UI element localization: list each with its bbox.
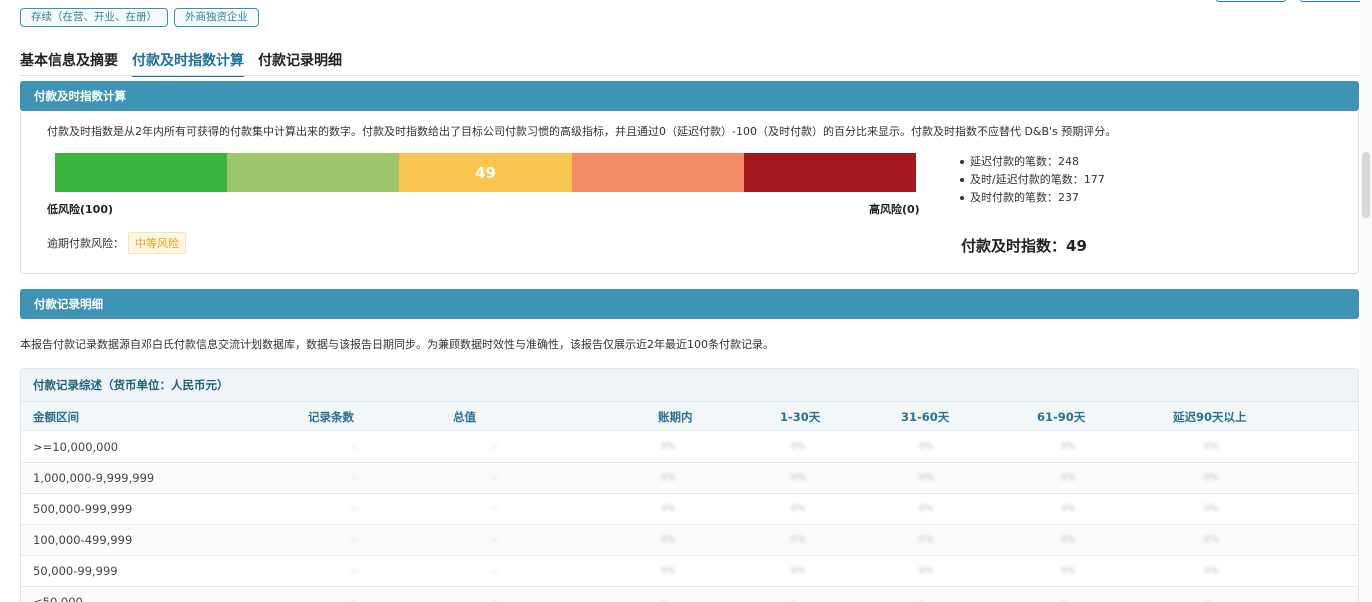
tab-payment-records[interactable]: 付款记录明细 [258, 50, 342, 77]
table-cell: -- [919, 597, 926, 602]
table-cell: -- [351, 535, 358, 545]
table-cell: -- [351, 442, 358, 452]
table-cell: 0% [661, 442, 676, 452]
table-row: >=10,000,000 -- -- 0% 0% 0% 0% 0% [21, 432, 1358, 463]
payment-stats-list: 延迟付款的笔数：248 及时/延迟付款的笔数：177 及时付款的笔数：237 [958, 153, 1105, 207]
company-tags: 存续（在营、开业、在册） 外商独资企业 [20, 8, 259, 27]
tab-payment-index[interactable]: 付款及时指数计算 [132, 50, 244, 77]
amount-range-cell: >=10,000,000 [33, 440, 119, 454]
table-cell: 0% [1061, 535, 1076, 545]
gauge-segment-4 [571, 153, 744, 192]
table-cell: -- [1204, 597, 1211, 602]
table-cell: 0% [791, 442, 806, 452]
payment-index-panel: 付款及时指数是从2年内所有可获得的付款集中计算出来的数字。付款及时指数给出了目标… [20, 111, 1359, 274]
table-cell: -- [491, 473, 498, 483]
gauge-value: 49 [475, 163, 496, 182]
stat-late-payments: 延迟付款的笔数：248 [958, 153, 1105, 171]
table-cell: 0% [661, 535, 676, 545]
table-cell: 0% [1061, 473, 1076, 483]
table-cell: 0% [791, 473, 806, 483]
company-type-tag: 外商独资企业 [174, 8, 259, 27]
table-cell: -- [351, 566, 358, 576]
amount-range-cell: 500,000-999,999 [33, 502, 133, 516]
table-cell: 0% [1061, 566, 1076, 576]
table-cell: 0% [661, 473, 676, 483]
table-cell: 0% [1061, 442, 1076, 452]
table-cell: -- [491, 597, 498, 602]
high-risk-label: 高风险(0) [869, 203, 920, 216]
payment-records-description: 本报告付款记录数据源自邓白氏付款信息交流计划数据库，数据与该报告日期同步。为兼顾… [20, 338, 774, 351]
table-cell: 0% [919, 473, 934, 483]
overdue-risk-label: 逾期付款风险： [47, 237, 124, 250]
table-cell: 0% [1204, 442, 1219, 452]
table-cell: -- [351, 504, 358, 514]
overdue-risk: 逾期付款风险： 中等风险 [47, 232, 186, 254]
table-row: 1,000,000-9,999,999 -- -- 0% 0% 0% 0% 0% [21, 463, 1358, 494]
gauge-segment-2 [227, 153, 400, 192]
table-cell: 0% [1204, 535, 1219, 545]
tabs-divider [20, 75, 1370, 76]
table-cell: 0% [919, 504, 934, 514]
col-within-terms: 账期内 [658, 410, 693, 424]
table-cell: -- [491, 442, 498, 452]
gauge-segment-5 [743, 153, 917, 192]
amount-range-cell: 50,000-99,999 [33, 564, 118, 578]
page-scrollbar[interactable] [1360, 0, 1372, 602]
table-cell: 0% [1204, 473, 1219, 483]
col-record-count: 记录条数 [308, 410, 354, 424]
amount-range-cell: <50,000 [33, 595, 83, 602]
gauge-segment-3: 49 [399, 153, 572, 192]
table-cell: 0% [661, 504, 676, 514]
payment-records-header: 付款记录明细 [20, 289, 1359, 319]
table-row: <50,000 -- -- -- -- -- -- -- [21, 587, 1358, 602]
table-cell: 0% [791, 566, 806, 576]
table-cell: 0% [791, 535, 806, 545]
col-1-30-days: 1-30天 [780, 410, 821, 424]
table-cell: -- [491, 535, 498, 545]
table-cell: -- [491, 504, 498, 514]
table-cell: 0% [919, 442, 934, 452]
stat-ontime-payments: 及时付款的笔数：237 [958, 189, 1105, 207]
risk-level-badge: 中等风险 [128, 232, 186, 254]
table-cell: -- [351, 473, 358, 483]
payment-index-gauge: 49 [55, 153, 917, 192]
col-total-value: 总值 [453, 410, 476, 424]
table-cell: 0% [661, 566, 676, 576]
table-row: 500,000-999,999 -- -- 0% 0% 0% 0% 0% [21, 494, 1358, 525]
table-cell: 0% [1061, 504, 1076, 514]
payment-index-description: 付款及时指数是从2年内所有可获得的付款集中计算出来的数字。付款及时指数给出了目标… [47, 125, 1117, 138]
table-cell: 0% [919, 566, 934, 576]
col-amount-range: 金额区间 [33, 410, 79, 424]
report-tabs: 基本信息及摘要 付款及时指数计算 付款记录明细 [20, 50, 342, 77]
table-cell: 0% [919, 535, 934, 545]
table-row: 50,000-99,999 -- -- 0% 0% 0% 0% 0% [21, 556, 1358, 587]
amount-range-cell: 100,000-499,999 [33, 533, 133, 547]
col-61-90-days: 61-90天 [1037, 410, 1086, 424]
table-row: 100,000-499,999 -- -- 0% 0% 0% 0% 0% [21, 525, 1358, 556]
payment-index-header: 付款及时指数计算 [20, 81, 1359, 111]
scrollbar-thumb[interactable] [1362, 152, 1370, 218]
payment-summary-table: 付款记录综述（货币单位：人民币元） 金额区间 记录条数 总值 账期内 1-30天… [20, 368, 1359, 602]
table-cell: 0% [1204, 566, 1219, 576]
tab-basic-info[interactable]: 基本信息及摘要 [20, 50, 118, 77]
table-cell: -- [791, 597, 798, 602]
table-header: 金额区间 记录条数 总值 账期内 1-30天 31-60天 61-90天 延迟9… [21, 401, 1358, 431]
stat-mixed-payments: 及时/延迟付款的笔数：177 [958, 171, 1105, 189]
table-title: 付款记录综述（货币单位：人民币元） [21, 369, 1358, 401]
table-cell: 0% [791, 504, 806, 514]
amount-range-cell: 1,000,000-9,999,999 [33, 471, 155, 485]
status-tag: 存续（在营、开业、在册） [20, 8, 168, 27]
low-risk-label: 低风险(100) [47, 203, 114, 216]
payment-index-score: 付款及时指数：49 [961, 237, 1087, 255]
table-cell: 0% [1204, 504, 1219, 514]
table-cell: -- [491, 566, 498, 576]
col-over-90-days: 延迟90天以上 [1173, 410, 1247, 424]
table-cell: -- [351, 597, 358, 602]
table-cell: -- [661, 597, 668, 602]
top-action-button-1[interactable] [1216, 0, 1286, 2]
gauge-segment-1 [55, 153, 228, 192]
table-cell: -- [1061, 597, 1068, 602]
col-31-60-days: 31-60天 [901, 410, 950, 424]
